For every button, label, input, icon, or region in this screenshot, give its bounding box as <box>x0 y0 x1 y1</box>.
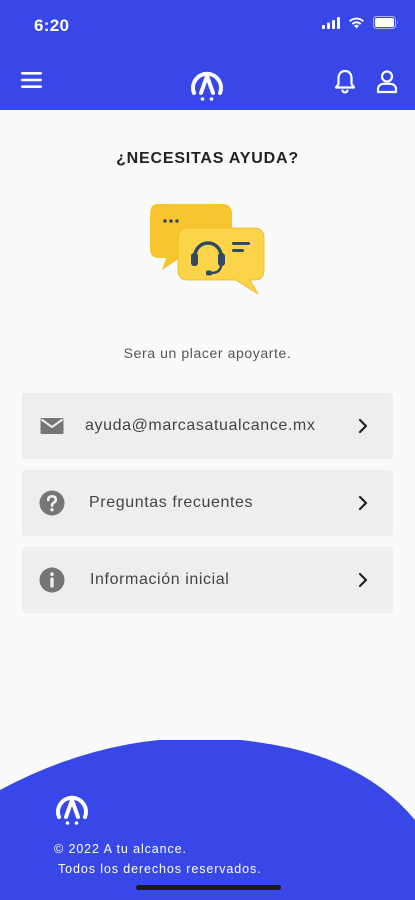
menu-icon[interactable] <box>20 70 44 90</box>
page-subtitle: Sera un placer apoyarte. <box>123 345 292 361</box>
status-icons <box>322 16 399 29</box>
mail-icon <box>40 418 64 434</box>
user-profile-icon[interactable] <box>375 68 399 94</box>
app-logo-icon <box>191 71 223 101</box>
footer-copyright: © 2022 A tu alcance. Todos los derechos … <box>54 839 261 879</box>
question-circle-icon <box>39 490 65 516</box>
nav-bar <box>0 60 415 102</box>
info-circle-icon <box>39 567 65 593</box>
support-chat-headset-icon <box>150 203 265 295</box>
status-time: 6:20 <box>34 16 70 35</box>
email-option-card[interactable]: ayuda@marcasatualcance.mx <box>22 393 393 459</box>
chevron-right-icon <box>358 572 368 588</box>
faq-option-label: Preguntas frecuentes <box>89 494 254 511</box>
chevron-right-icon <box>358 495 368 511</box>
email-option-label: ayuda@marcasatualcance.mx <box>85 417 316 434</box>
page-title: ¿NECESITAS AYUDA? <box>116 150 299 167</box>
battery-icon <box>373 16 398 29</box>
initial-info-option-label: Información inicial <box>90 571 230 588</box>
signal-icon <box>322 16 340 29</box>
rights-line: Todos los derechos reservados. <box>58 862 262 876</box>
faq-option-card[interactable]: Preguntas frecuentes <box>22 470 393 536</box>
initial-info-option-card[interactable]: Información inicial <box>22 547 393 613</box>
copyright-line: © 2022 A tu alcance. <box>54 842 187 856</box>
home-indicator <box>136 885 281 890</box>
app-header: 6:20 <box>0 0 415 110</box>
chevron-right-icon <box>358 418 368 434</box>
footer-logo-icon <box>56 795 88 825</box>
wifi-icon <box>349 17 364 28</box>
notifications-bell-icon[interactable] <box>333 68 357 94</box>
